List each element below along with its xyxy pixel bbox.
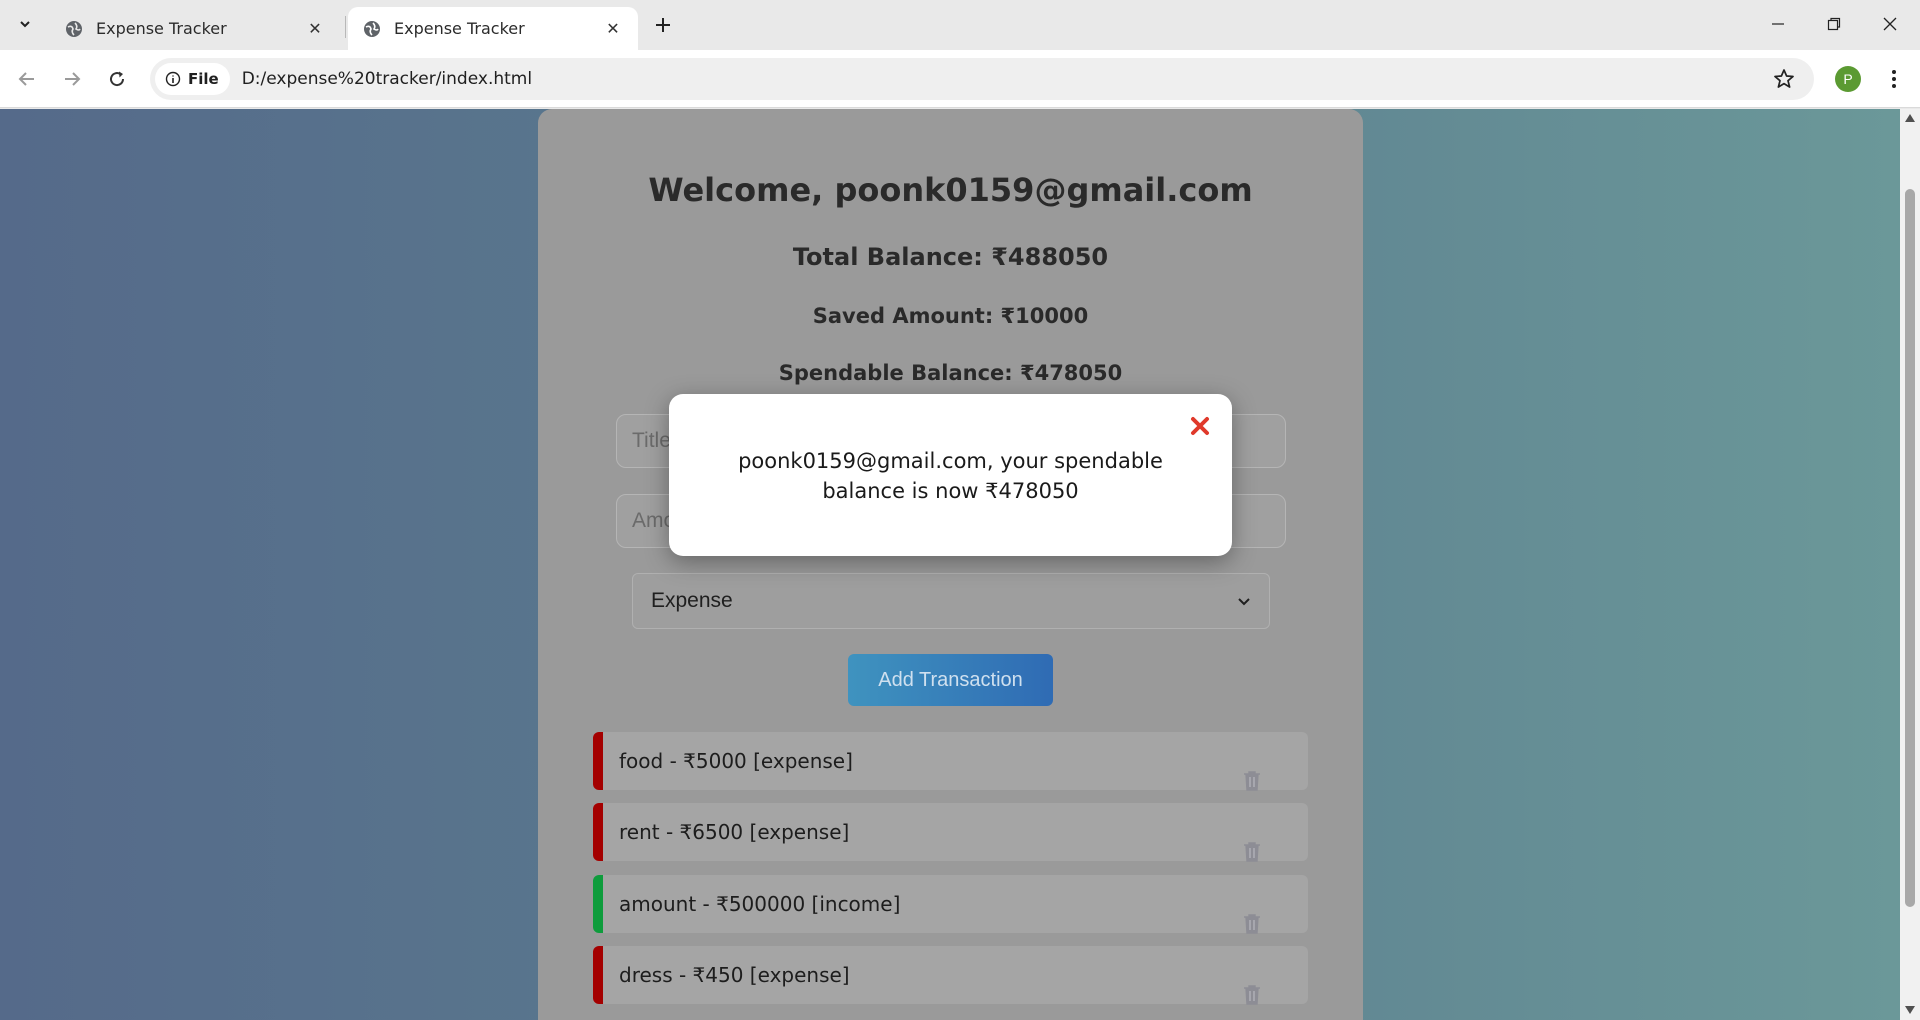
- spendable-balance: Spendable Balance: ₹478050: [778, 361, 1123, 385]
- type-select[interactable]: Expense: [632, 573, 1270, 629]
- chevron-down-icon: [20, 21, 30, 28]
- close-tab-icon[interactable]: ✕: [602, 18, 624, 40]
- scroll-down-icon[interactable]: [1904, 1005, 1916, 1015]
- tab-strip: Expense Tracker ✕ Expense Tracker ✕: [0, 0, 1920, 50]
- address-bar[interactable]: File D:/expense%20tracker/index.html: [150, 58, 1814, 100]
- income-indicator: [593, 875, 603, 933]
- transaction-text: amount - ₹500000 [income]: [619, 892, 901, 916]
- reload-button[interactable]: [99, 61, 135, 97]
- forward-button[interactable]: [54, 61, 90, 97]
- trash-icon[interactable]: [1241, 913, 1263, 935]
- page-scrollbar[interactable]: [1900, 109, 1920, 1020]
- add-transaction-button[interactable]: Add Transaction: [848, 654, 1053, 706]
- site-info-chip[interactable]: File: [155, 63, 230, 95]
- tab-title: Expense Tracker: [394, 19, 525, 38]
- transaction-text: dress - ₹450 [expense]: [619, 963, 850, 987]
- expense-indicator: [593, 946, 603, 1004]
- close-window-button[interactable]: [1862, 0, 1918, 48]
- close-icon[interactable]: [1190, 416, 1210, 436]
- new-tab-button[interactable]: [648, 10, 678, 40]
- saved-amount: Saved Amount: ₹10000: [812, 304, 1089, 328]
- chevron-down-icon: [1238, 598, 1250, 606]
- more-vert-icon: [1892, 70, 1896, 88]
- transaction-item: food - ₹5000 [expense]: [593, 732, 1308, 792]
- tab-search-button[interactable]: [8, 7, 42, 41]
- page-viewport: Welcome, poonk0159@gmail.com Total Balan…: [0, 109, 1900, 1020]
- restore-button[interactable]: [1806, 0, 1862, 48]
- tab-expense-tracker-2[interactable]: Expense Tracker ✕: [348, 7, 638, 50]
- star-icon[interactable]: [1772, 67, 1796, 91]
- minimize-button[interactable]: [1750, 0, 1806, 48]
- expense-card: Welcome, poonk0159@gmail.com Total Balan…: [538, 109, 1363, 1020]
- type-select-value: Expense: [651, 589, 733, 612]
- close-tab-icon[interactable]: ✕: [304, 18, 326, 40]
- back-button[interactable]: [9, 61, 45, 97]
- site-chip-label: File: [188, 70, 219, 88]
- modal-message: poonk0159@gmail.com, your spendable bala…: [738, 449, 1163, 503]
- browser-toolbar: File D:/expense%20tracker/index.html P: [0, 50, 1920, 108]
- trash-icon[interactable]: [1241, 841, 1263, 863]
- tab-expense-tracker-1[interactable]: Expense Tracker ✕: [50, 7, 340, 50]
- title-placeholder: Title: [632, 429, 671, 452]
- globe-icon: [364, 20, 380, 37]
- url-text[interactable]: D:/expense%20tracker/index.html: [242, 69, 532, 89]
- tab-divider: [345, 16, 346, 38]
- trash-icon[interactable]: [1241, 984, 1263, 1006]
- globe-icon: [66, 20, 82, 37]
- transaction-text: food - ₹5000 [expense]: [619, 749, 853, 773]
- arrow-left-icon: [18, 72, 34, 86]
- restore-icon: [1827, 17, 1841, 31]
- info-icon: [165, 71, 181, 87]
- minimize-icon: [1772, 23, 1784, 25]
- transaction-item: dress - ₹450 [expense]: [593, 946, 1308, 1006]
- browser-menu-button[interactable]: [1880, 65, 1908, 93]
- scroll-thumb[interactable]: [1905, 189, 1915, 907]
- transaction-item: rent - ₹6500 [expense]: [593, 803, 1308, 863]
- tab-title: Expense Tracker: [96, 19, 227, 38]
- close-icon: [1883, 17, 1897, 31]
- expense-indicator: [593, 803, 603, 861]
- scroll-up-icon[interactable]: [1904, 113, 1916, 123]
- profile-avatar[interactable]: P: [1835, 66, 1861, 92]
- transaction-text: rent - ₹6500 [expense]: [619, 820, 850, 844]
- plus-icon: [656, 18, 670, 32]
- total-balance: Total Balance: ₹488050: [792, 243, 1109, 271]
- reload-icon: [110, 71, 125, 87]
- trash-icon[interactable]: [1241, 770, 1263, 792]
- expense-indicator: [593, 732, 603, 790]
- welcome-heading: Welcome, poonk0159@gmail.com: [648, 171, 1253, 209]
- balance-notification-modal: poonk0159@gmail.com, your spendable bala…: [669, 394, 1232, 556]
- arrow-right-icon: [65, 72, 81, 86]
- transaction-item: amount - ₹500000 [income]: [593, 875, 1308, 935]
